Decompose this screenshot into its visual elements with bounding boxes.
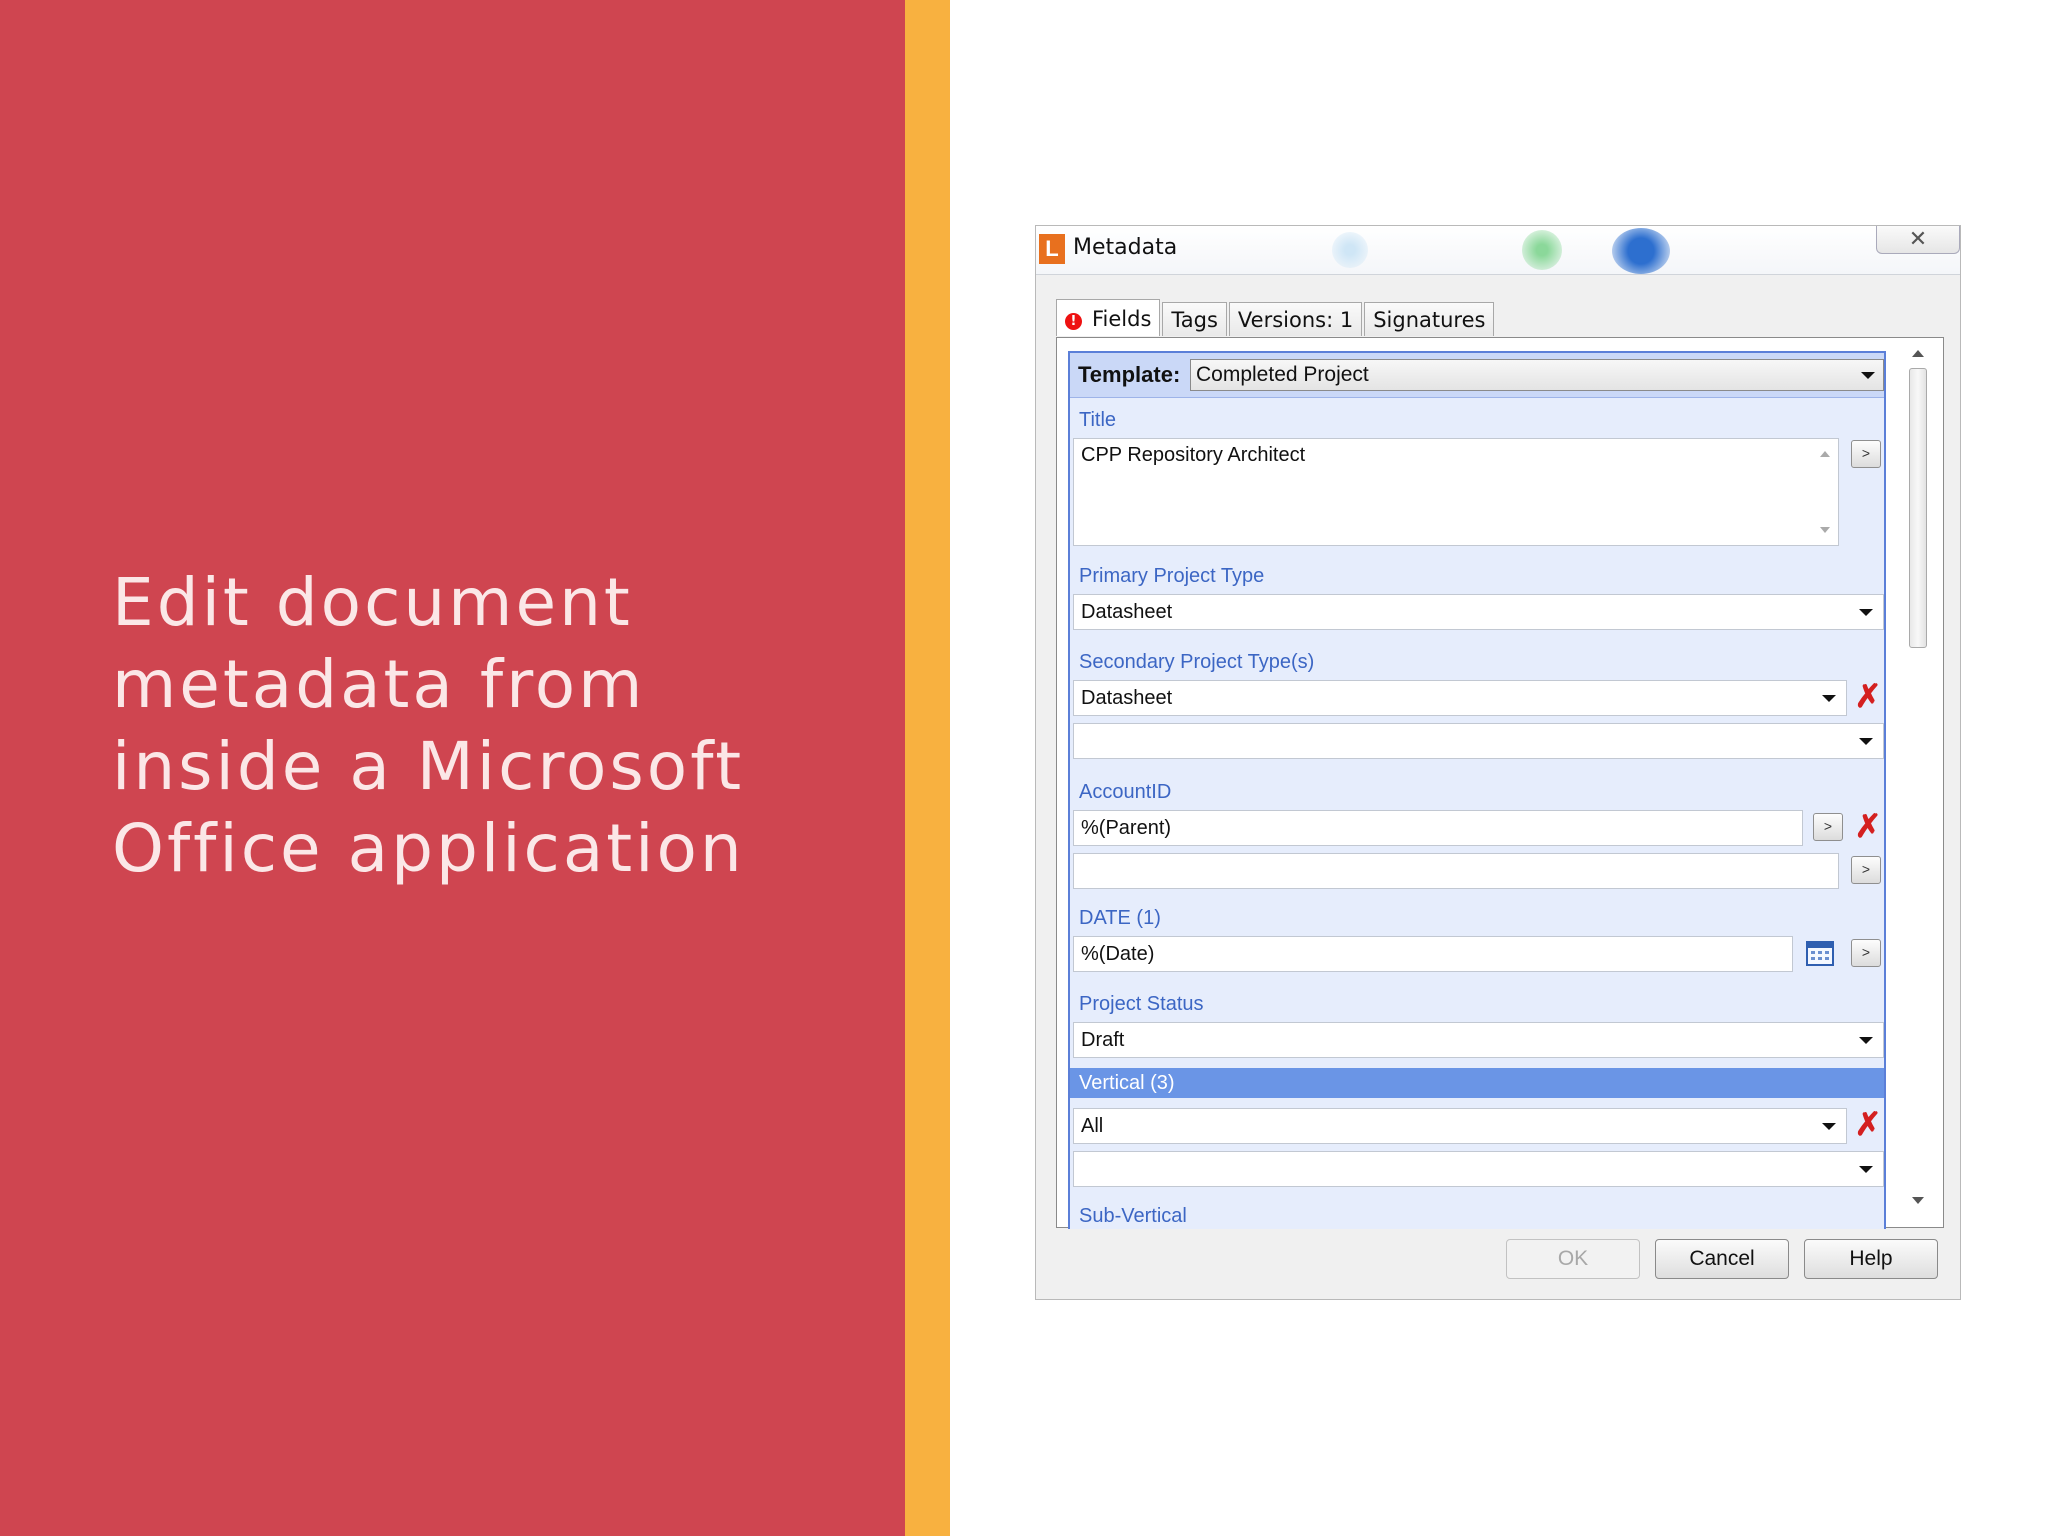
tab-tags[interactable]: Tags [1162, 302, 1227, 336]
date-input[interactable]: %(Date) [1073, 936, 1793, 972]
dialog-title: Metadata [1073, 235, 1178, 260]
date-value: %(Date) [1081, 943, 1155, 965]
primary-project-type-select[interactable]: Datasheet [1073, 594, 1884, 630]
date-more-button[interactable]: > [1851, 939, 1881, 967]
tab-strip: ! Fields Tags Versions: 1 Signatures [1056, 299, 1496, 337]
form-scrollbar[interactable] [1906, 348, 1930, 1216]
secondary-project-type-select-2[interactable] [1073, 723, 1884, 759]
app-logo-icon: L [1039, 234, 1065, 264]
metadata-form: Template: Completed Project Title CPP Re… [1068, 351, 1886, 1229]
account-id-input-1[interactable]: %(Parent) [1073, 810, 1803, 846]
title-value: CPP Repository Architect [1081, 444, 1306, 466]
title-more-button[interactable]: > [1851, 440, 1881, 468]
secondary-project-type-label: Secondary Project Type(s) [1079, 651, 1315, 673]
project-status-value: Draft [1081, 1029, 1125, 1051]
vertical-label: Vertical (3) [1070, 1068, 1884, 1098]
slide-headline: Edit document metadata from inside a Mic… [112, 564, 745, 887]
account-id-input-2[interactable] [1073, 853, 1839, 889]
primary-project-type-value: Datasheet [1081, 601, 1173, 623]
vertical-select-2[interactable] [1073, 1151, 1884, 1187]
tab-fields-label: Fields [1092, 307, 1152, 331]
accent-stripe [905, 0, 950, 1536]
textarea-scroll-up-icon[interactable] [1820, 451, 1830, 457]
chevron-down-icon [1822, 695, 1836, 702]
tab-fields[interactable]: ! Fields [1056, 299, 1161, 336]
title-textarea[interactable]: CPP Repository Architect [1073, 438, 1839, 546]
dialog-titlebar: L Metadata ✕ [1036, 226, 1960, 275]
blurred-refresh-icon [1522, 230, 1562, 270]
primary-project-type-label: Primary Project Type [1079, 565, 1265, 587]
cancel-button[interactable]: Cancel [1655, 1239, 1789, 1279]
project-status-select[interactable]: Draft [1073, 1022, 1884, 1058]
close-button[interactable]: ✕ [1876, 226, 1960, 254]
blurred-toolbar-icon [1332, 232, 1368, 268]
account-id-value-1: %(Parent) [1081, 817, 1172, 839]
account-id-more-button[interactable]: > [1813, 813, 1843, 841]
blurred-help-globe-icon [1612, 228, 1670, 274]
account-id-more-button-2[interactable]: > [1851, 856, 1881, 884]
title-label: Title [1079, 409, 1117, 431]
secondary-project-type-select-1[interactable]: Datasheet [1073, 680, 1847, 716]
textarea-scroll-down-icon[interactable] [1820, 527, 1830, 533]
scroll-down-icon[interactable] [1912, 1197, 1924, 1204]
fields-pane: Template: Completed Project Title CPP Re… [1056, 337, 1944, 1229]
secondary-project-type-value-1: Datasheet [1081, 687, 1173, 709]
scroll-up-icon[interactable] [1912, 350, 1924, 357]
chevron-down-icon [1822, 1123, 1836, 1130]
metadata-dialog: L Metadata ✕ ! Fields Tags Versions: 1 Si… [1035, 225, 1961, 1300]
dialog-buttons: OK Cancel Help [1036, 1239, 1960, 1279]
template-select[interactable]: Completed Project [1190, 359, 1884, 391]
calendar-icon[interactable] [1805, 939, 1835, 967]
scrollbar-thumb[interactable] [1909, 368, 1927, 648]
template-label: Template: [1078, 362, 1181, 387]
vertical-select-1[interactable]: All [1073, 1108, 1847, 1144]
chevron-down-icon [1859, 609, 1873, 616]
chevron-down-icon [1859, 1166, 1873, 1173]
vertical-value-1: All [1081, 1115, 1104, 1137]
chevron-down-icon [1861, 372, 1875, 379]
template-row: Template: Completed Project [1070, 353, 1884, 398]
help-button[interactable]: Help [1804, 1239, 1938, 1279]
remove-value-icon[interactable]: ✗ [1854, 1108, 1882, 1140]
ok-button[interactable]: OK [1506, 1239, 1640, 1279]
chevron-down-icon [1859, 738, 1873, 745]
remove-value-icon[interactable]: ✗ [1854, 680, 1882, 712]
sub-vertical-label: Sub-Vertical [1079, 1205, 1187, 1227]
tab-signatures[interactable]: Signatures [1364, 302, 1495, 336]
project-status-label: Project Status [1079, 993, 1204, 1015]
tab-versions[interactable]: Versions: 1 [1228, 302, 1363, 336]
template-value: Completed Project [1196, 363, 1369, 386]
remove-value-icon[interactable]: ✗ [1854, 810, 1882, 842]
account-id-label: AccountID [1079, 781, 1172, 803]
chevron-down-icon [1859, 1037, 1873, 1044]
date-label: DATE (1) [1079, 907, 1161, 929]
alert-icon: ! [1065, 313, 1082, 330]
